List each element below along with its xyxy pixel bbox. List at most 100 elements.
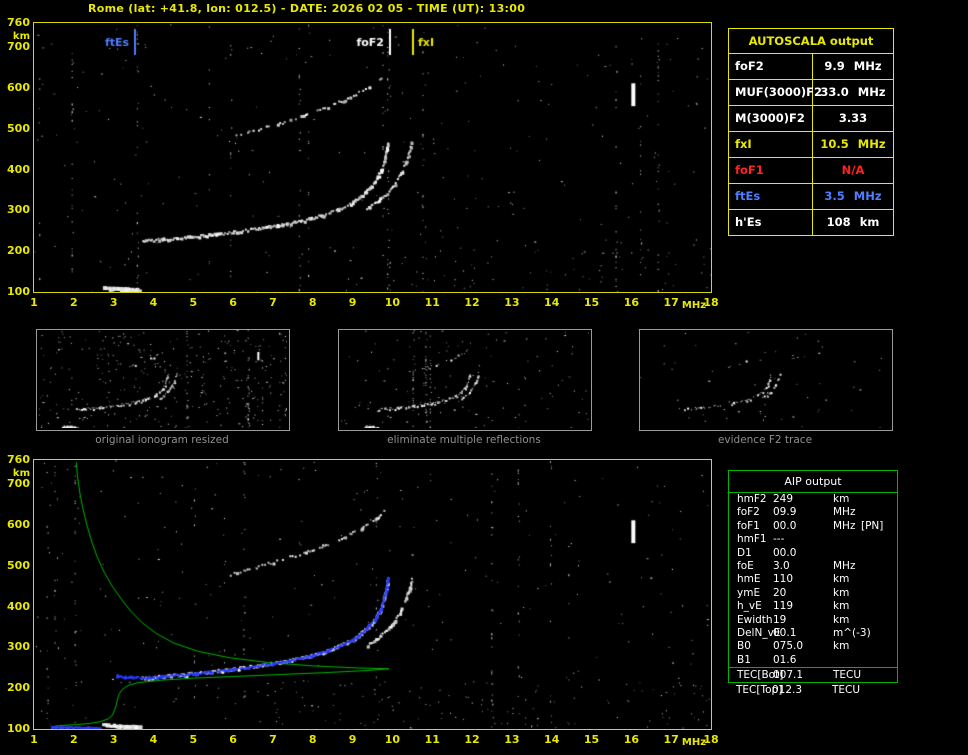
x-tick-label: 14 <box>544 733 560 746</box>
x-tick-label: 2 <box>69 296 78 309</box>
aip-param-name: hmF2 <box>737 493 767 505</box>
autoscala-table-rows: foF2 9.9 MHz MUF(3000)F2 33.0 MHz M(3000)F2 3.3… <box>729 54 893 235</box>
thumbnail-no-multiples <box>338 329 592 431</box>
autoscala-value-number: 3.33 <box>838 111 868 125</box>
top-ionogram-canvas <box>34 23 711 292</box>
autoscala-value-number: 9.9 <box>824 59 845 73</box>
y-tick-label: 500 <box>7 121 30 135</box>
x-tick-label: 15 <box>583 296 600 309</box>
aip-param-unit: m^(-3) <box>833 626 871 639</box>
autoscala-output-table: AUTOSCALA output foF2 9.9 MHz MUF(3000)F2 33… <box>728 28 894 236</box>
aip-row-hmE: hmE 110 km <box>729 573 897 586</box>
y-tick-label: 760 <box>7 453 30 466</box>
x-tick-label: 1 <box>30 733 38 746</box>
autoscala-value-number: 108 <box>826 215 851 229</box>
aip-row-DelN_vE: DelN_vE 00.1 m^(-3) <box>729 627 897 640</box>
autoscala-row-foF2: foF2 9.9 MHz <box>729 54 893 80</box>
x-tick-label: 11 <box>424 733 440 746</box>
x-tick-label: 5 <box>189 733 198 746</box>
y-tick-label: 200 <box>7 244 30 258</box>
aip-param-value: 19 <box>773 613 787 626</box>
autoscala-param-value: 108 km <box>813 210 893 235</box>
thumbnail-f2-trace <box>639 329 893 431</box>
top-ionogram-frame <box>33 22 712 293</box>
autoscala-table-title: AUTOSCALA output <box>729 29 893 54</box>
autoscala-param-label: fxI <box>729 132 813 157</box>
x-tick-label: 10 <box>384 296 401 309</box>
aip-row-Ewidth: Ewidth 19 km <box>729 614 897 627</box>
bottom-ionogram-canvas <box>34 460 711 729</box>
aip-param-unit: km <box>833 613 850 626</box>
aip-row-ymE: ymE 20 km <box>729 587 897 600</box>
aip-param-name: foF2 <box>737 506 760 519</box>
x-tick-label: 13 <box>504 296 520 309</box>
x-tick-label: 2 <box>69 733 78 746</box>
x-tick-label: 16 <box>623 296 639 309</box>
y-tick-label: 200 <box>7 681 30 695</box>
x-tick-label: 8 <box>308 296 317 309</box>
aip-param-unit: MHz <box>833 519 856 532</box>
x-tick-label: 3 <box>109 296 118 309</box>
aip-param-name: ymE <box>737 586 761 599</box>
aip-param-name: h_vE <box>737 600 762 613</box>
aip-param-value: 01.6 <box>773 653 797 666</box>
aip-output-table: AIP output hmF2 249 km foF2 09.9 MHz foF1 00.0 M… <box>728 470 898 684</box>
thumbnail-original-canvas <box>37 330 287 428</box>
autoscala-value-unit: MHz <box>853 59 882 73</box>
thumbnail-caption-no-multiples: eliminate multiple reflections <box>387 434 541 446</box>
aip-row-foF1: foF1 00.0 MHz [PN] <box>729 520 897 533</box>
aip-param-name: Ewidth <box>737 613 773 626</box>
x-tick-label: 5 <box>189 296 198 309</box>
x-axis-unit: MHz <box>681 737 707 748</box>
y-axis-unit: km <box>12 468 30 479</box>
x-tick-label: 4 <box>149 296 158 309</box>
aip-param-name: hmE <box>737 573 761 586</box>
autoscala-value-unit: MHz <box>857 85 886 99</box>
autoscala-param-value: N/A <box>813 158 893 183</box>
x-tick-label: 7 <box>269 296 277 309</box>
aip-table-rows: hmF2 249 km foF2 09.9 MHz foF1 00.0 MHz [PN] hmF1-… <box>729 493 897 682</box>
aip-param-unit: km <box>833 640 850 653</box>
thumbnail-caption-f2-trace: evidence F2 trace <box>717 434 813 446</box>
aip-row-D1: D1 00.0 <box>729 547 897 560</box>
aip-param-name: foF1 <box>737 519 760 532</box>
aip-param-value: 007.1 <box>773 669 804 682</box>
aip-row-TEC[Bot]: TEC[Bot] 007.1 TECU <box>729 667 897 682</box>
autoscala-param-label: foF2 <box>729 54 813 79</box>
x-tick-label: 7 <box>269 733 277 746</box>
x-tick-label: 3 <box>109 733 118 746</box>
aip-param-name: D1 <box>737 546 752 559</box>
aip-param-unit: km <box>833 573 850 586</box>
y-tick-label: 300 <box>7 640 30 654</box>
autoscala-param-value: 3.33 <box>813 106 893 131</box>
autoscala-param-value: 9.9 MHz <box>813 54 893 79</box>
thumbnail-original-ionogram <box>36 329 290 431</box>
aip-param-value: 00.0 <box>773 519 797 532</box>
x-tick-label: 6 <box>229 296 237 309</box>
autoscala-row-foF1: foF1 N/A <box>729 158 893 184</box>
aip-param-unit: km <box>833 600 850 613</box>
aip-row-B1: B1 01.6 <box>729 654 897 667</box>
thumbnail-f2-trace-canvas <box>640 330 890 428</box>
aip-param-value: 119 <box>773 600 794 613</box>
aip-table-title: AIP output <box>729 471 897 493</box>
aip-param-value: 249 <box>773 493 794 505</box>
autoscala-row-ftEs: ftEs 3.5 MHz <box>729 184 893 210</box>
x-tick-label: 4 <box>149 733 158 746</box>
aip-row-foE: foE 3.0 MHz <box>729 560 897 573</box>
aip-row-hmF2: hmF2 249 km <box>729 493 897 506</box>
aip-row-hmF1: hmF1 --- <box>729 533 897 546</box>
autoscala-app: Rome (lat: +41.8, lon: 012.5) - DATE: 20… <box>0 0 968 755</box>
x-tick-label: 16 <box>623 733 639 746</box>
y-tick-label: 600 <box>7 518 30 532</box>
x-tick-label: 10 <box>384 733 401 746</box>
aip-param-unit: TECU <box>832 684 861 696</box>
y-tick-label: 400 <box>7 599 30 613</box>
autoscala-param-value: 10.5 MHz <box>813 132 893 157</box>
x-tick-label: 12 <box>464 733 480 746</box>
y-tick-label: 300 <box>7 203 30 217</box>
x-tick-label: 12 <box>464 296 480 309</box>
aip-row-TEC[Top]: TEC[Top] 012.3 TECU <box>728 684 896 697</box>
aip-tec-top-row: TEC[Top] 012.3 TECU <box>728 684 896 698</box>
autoscala-param-label: M(3000)F2 <box>729 106 813 131</box>
